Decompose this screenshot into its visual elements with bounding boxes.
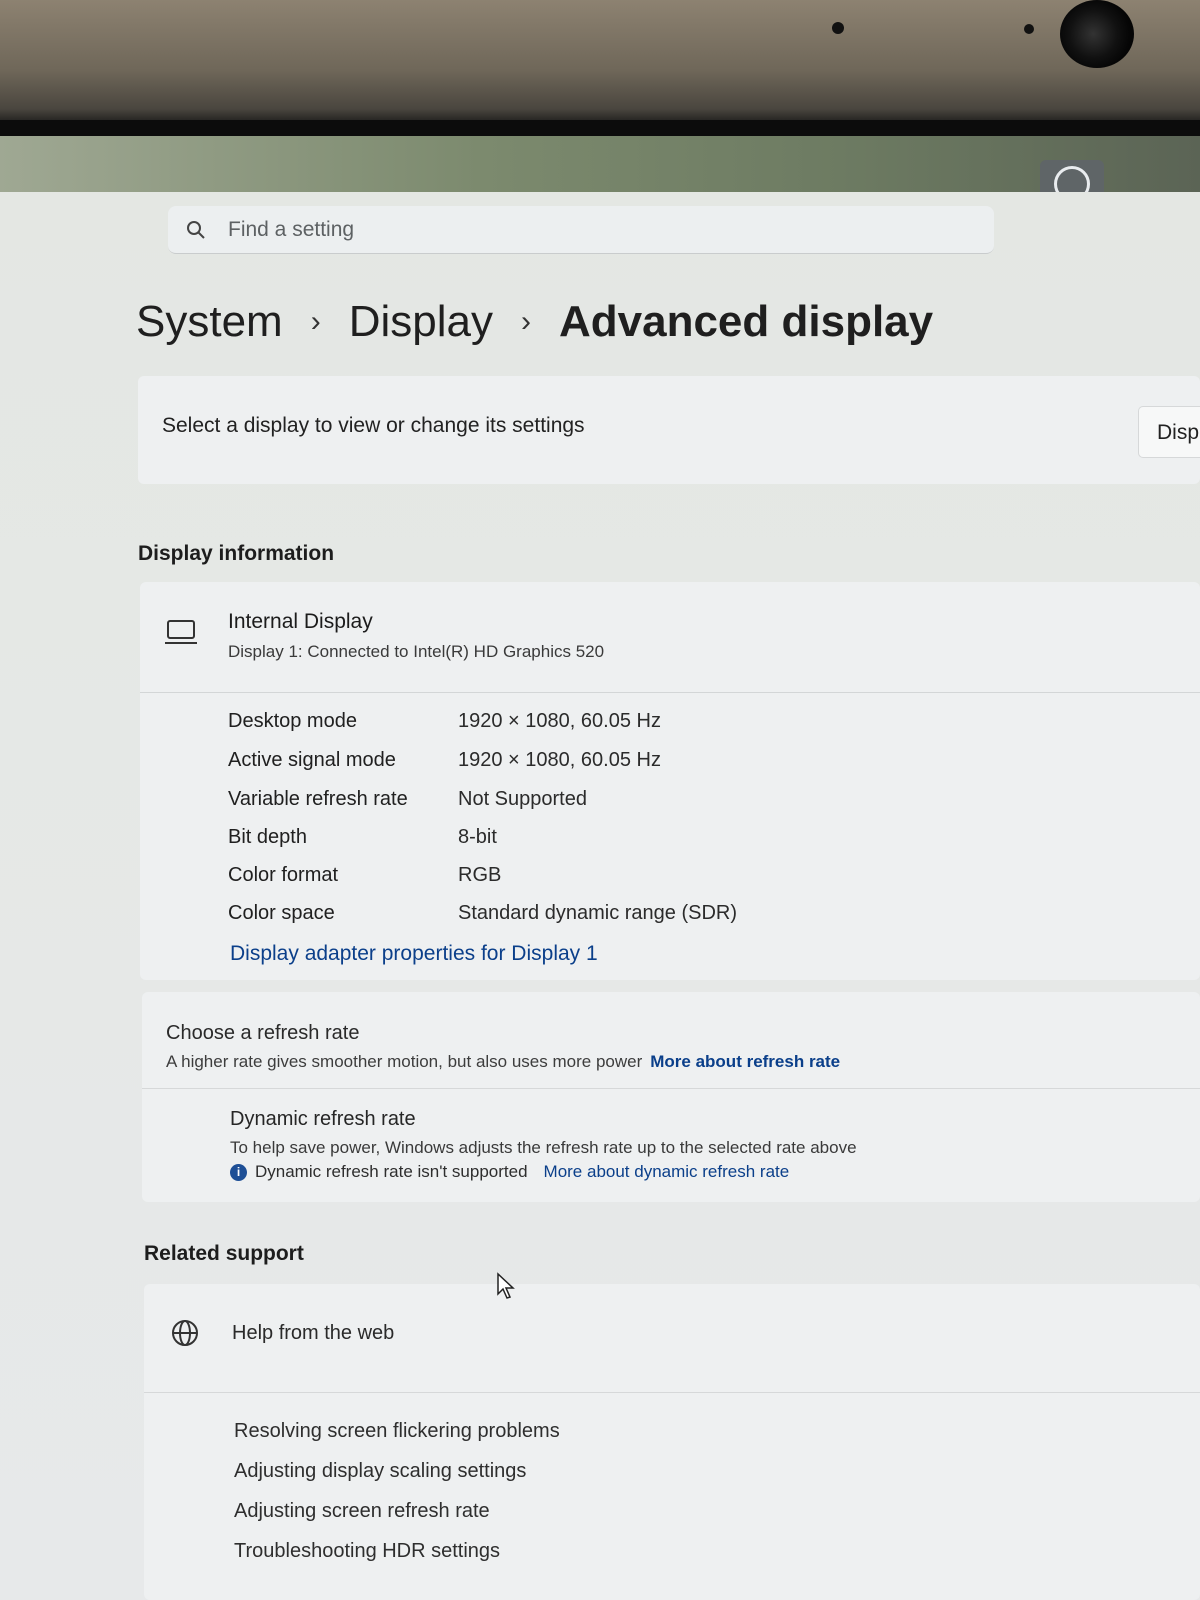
more-about-refresh-rate-link[interactable]: More about refresh rate (650, 1052, 840, 1071)
dynamic-refresh-rate-note: i Dynamic refresh rate isn't supported M… (230, 1162, 789, 1182)
settings-content: Find a setting System › Display › Advanc… (0, 192, 1200, 1600)
search-input[interactable]: Find a setting (228, 218, 354, 242)
help-from-the-web-toggle[interactable]: Help from the web (232, 1322, 394, 1345)
refresh-rate-title: Choose a refresh rate (166, 1022, 360, 1044)
property-value: RGB (458, 864, 502, 886)
divider (144, 1392, 1200, 1393)
display-dropdown[interactable]: Disp (1138, 406, 1200, 458)
dynamic-refresh-unsupported-text: Dynamic refresh rate isn't supported (255, 1162, 528, 1181)
support-link[interactable]: Adjusting screen refresh rate (234, 1500, 490, 1523)
property-value: 1920 × 1080, 60.05 Hz (458, 710, 661, 732)
dynamic-refresh-rate-title: Dynamic refresh rate (230, 1108, 416, 1130)
divider (142, 1088, 1200, 1089)
dynamic-refresh-rate-subtitle: To help save power, Windows adjusts the … (230, 1138, 857, 1157)
search-box[interactable]: Find a setting (168, 206, 994, 254)
property-key: Desktop mode (228, 710, 357, 732)
display-dropdown-value: Disp (1157, 421, 1200, 444)
display-name: Internal Display (228, 610, 373, 633)
property-value: Not Supported (458, 788, 587, 810)
laptop-icon (165, 620, 197, 644)
refresh-rate-description: A higher rate gives smoother motion, but… (166, 1052, 840, 1072)
property-value: Standard dynamic range (SDR) (458, 902, 738, 924)
sensor-dot (1024, 24, 1034, 34)
globe-icon (172, 1320, 198, 1346)
display-information-heading: Display information (138, 542, 335, 565)
breadcrumb: System › Display › Advanced display (136, 292, 933, 352)
divider (140, 692, 1200, 693)
related-support-heading: Related support (144, 1242, 304, 1265)
display-select-card: Select a display to view or change its s… (138, 376, 1200, 484)
refresh-rate-subtitle: A higher rate gives smoother motion, but… (166, 1052, 643, 1071)
title-bar (0, 136, 1200, 202)
refresh-rate-card: Choose a refresh rate A higher rate give… (142, 992, 1200, 1202)
property-value: 8-bit (458, 826, 497, 848)
related-support-card: Help from the web Resolving screen flick… (144, 1284, 1200, 1600)
display-adapter-properties-link[interactable]: Display adapter properties for Display 1 (230, 942, 598, 966)
property-key: Bit depth (228, 826, 307, 848)
property-key: Variable refresh rate (228, 788, 408, 810)
property-key: Color format (228, 864, 339, 886)
breadcrumb-system[interactable]: System (136, 297, 283, 347)
more-about-dynamic-refresh-rate-link[interactable]: More about dynamic refresh rate (544, 1162, 790, 1182)
display-select-label: Select a display to view or change its s… (162, 414, 585, 437)
display-connection: Display 1: Connected to Intel(R) HD Grap… (228, 642, 605, 661)
chevron-right-icon: › (520, 305, 531, 338)
chevron-right-icon: › (310, 305, 321, 338)
support-link[interactable]: Resolving screen flickering problems (234, 1420, 560, 1443)
webcam-lens (1060, 0, 1134, 68)
property-value: 1920 × 1080, 60.05 Hz (458, 749, 661, 771)
monitor-bezel (0, 0, 1200, 128)
display-information-card: Internal Display Display 1: Connected to… (140, 582, 1200, 980)
sensor-dot (832, 22, 844, 34)
breadcrumb-display[interactable]: Display (349, 297, 493, 347)
support-link[interactable]: Adjusting display scaling settings (234, 1460, 526, 1483)
info-icon: i (230, 1163, 247, 1181)
property-key: Color space (228, 902, 335, 924)
settings-window: Find a setting System › Display › Advanc… (0, 136, 1200, 1600)
page-title: Advanced display (558, 297, 934, 346)
property-key: Active signal mode (228, 749, 396, 771)
search-icon (187, 221, 205, 239)
support-link[interactable]: Troubleshooting HDR settings (234, 1540, 500, 1563)
mouse-cursor-icon (497, 1272, 515, 1299)
